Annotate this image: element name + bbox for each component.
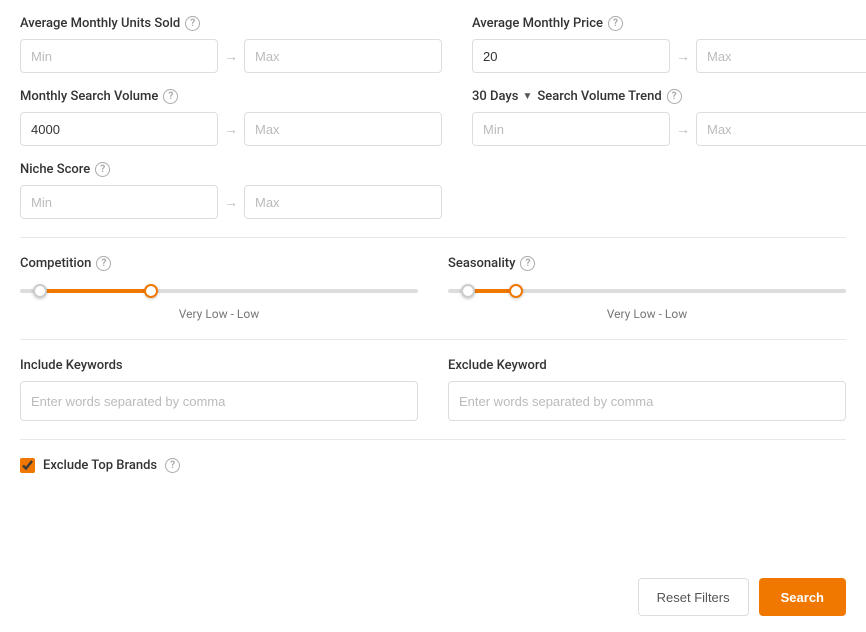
exclude-top-brands-label[interactable]: Exclude Top Brands xyxy=(43,458,157,473)
avg-monthly-price-min[interactable] xyxy=(472,39,670,73)
avg-monthly-units-max[interactable] xyxy=(244,39,442,73)
units-arrow-sep: → xyxy=(224,48,238,65)
avg-monthly-price-inputs: → xyxy=(472,39,866,73)
avg-monthly-units-label: Average Monthly Units Sold ? xyxy=(20,16,442,31)
competition-thumb-left[interactable] xyxy=(33,284,47,298)
search-button[interactable]: Search xyxy=(759,578,846,616)
search-volume-trend-inputs: → xyxy=(472,112,866,146)
niche-score-help-icon[interactable]: ? xyxy=(95,162,110,177)
search-volume-trend-dropdown[interactable]: 30 Days ▼ xyxy=(472,89,532,104)
competition-thumb-right[interactable] xyxy=(144,284,158,298)
niche-score-placeholder xyxy=(472,162,846,219)
niche-arrow-sep: → xyxy=(224,194,238,211)
monthly-search-volume-text: Monthly Search Volume xyxy=(20,89,158,104)
exclude-top-brands-checkbox[interactable] xyxy=(20,458,35,473)
avg-monthly-price-max[interactable] xyxy=(696,39,866,73)
avg-monthly-price-text: Average Monthly Price xyxy=(472,16,603,31)
exclude-keyword-input[interactable] xyxy=(448,381,846,421)
search-volume-trend-label: 30 Days ▼ Search Volume Trend ? xyxy=(472,89,866,104)
divider-3 xyxy=(20,439,846,440)
seasonality-thumb-left[interactable] xyxy=(461,284,475,298)
exclude-keyword-group: Exclude Keyword xyxy=(448,358,846,421)
search-volume-trend-max[interactable] xyxy=(696,112,866,146)
niche-score-text: Niche Score xyxy=(20,162,90,177)
filter-panel: Average Monthly Units Sold ? → Average M… xyxy=(0,0,866,632)
seasonality-label: Seasonality ? xyxy=(448,256,846,271)
trend-dropdown-caret-icon: ▼ xyxy=(522,91,532,102)
seasonality-thumb-right[interactable] xyxy=(509,284,523,298)
row-search-volume: Monthly Search Volume ? → 30 Days ▼ Sear… xyxy=(20,89,846,146)
sliders-row: Competition ? Very Low - Low Seasonality… xyxy=(20,256,846,321)
seasonality-slider[interactable] xyxy=(448,281,846,301)
niche-score-min[interactable] xyxy=(20,185,218,219)
niche-score-inputs: → xyxy=(20,185,442,219)
monthly-search-volume-label: Monthly Search Volume ? xyxy=(20,89,442,104)
trend-dropdown-text: 30 Days xyxy=(472,89,518,104)
niche-score-label: Niche Score ? xyxy=(20,162,442,177)
exclude-top-brands-help-icon[interactable]: ? xyxy=(165,458,180,473)
divider-1 xyxy=(20,237,846,238)
competition-help-icon[interactable]: ? xyxy=(96,256,111,271)
seasonality-help-icon[interactable]: ? xyxy=(520,256,535,271)
niche-score-group: Niche Score ? → xyxy=(20,162,442,219)
seasonality-track xyxy=(448,289,846,293)
exclude-top-brands-row: Exclude Top Brands ? xyxy=(20,458,846,473)
avg-monthly-price-group: Average Monthly Price ? → xyxy=(472,16,866,73)
exclude-keyword-label: Exclude Keyword xyxy=(448,358,846,373)
monthly-search-volume-inputs: → xyxy=(20,112,442,146)
include-keywords-input[interactable] xyxy=(20,381,418,421)
avg-monthly-units-inputs: → xyxy=(20,39,442,73)
competition-text: Competition xyxy=(20,256,91,271)
divider-2 xyxy=(20,339,846,340)
reset-filters-button[interactable]: Reset Filters xyxy=(638,578,749,616)
competition-value-label: Very Low - Low xyxy=(20,307,418,321)
search-volume-trend-group: 30 Days ▼ Search Volume Trend ? → xyxy=(472,89,866,146)
monthly-search-volume-max[interactable] xyxy=(244,112,442,146)
price-arrow-sep: → xyxy=(676,48,690,65)
niche-score-max[interactable] xyxy=(244,185,442,219)
competition-track xyxy=(20,289,418,293)
include-keywords-label: Include Keywords xyxy=(20,358,418,373)
row-units-price: Average Monthly Units Sold ? → Average M… xyxy=(20,16,846,73)
competition-slider-group: Competition ? Very Low - Low xyxy=(20,256,418,321)
avg-monthly-units-group: Average Monthly Units Sold ? → xyxy=(20,16,442,73)
avg-monthly-units-help-icon[interactable]: ? xyxy=(185,16,200,31)
avg-monthly-units-text: Average Monthly Units Sold xyxy=(20,16,180,31)
avg-monthly-price-help-icon[interactable]: ? xyxy=(608,16,623,31)
monthly-search-volume-group: Monthly Search Volume ? → xyxy=(20,89,442,146)
seasonality-value-label: Very Low - Low xyxy=(448,307,846,321)
search-volume-trend-text: Search Volume Trend xyxy=(537,89,661,104)
avg-monthly-units-min[interactable] xyxy=(20,39,218,73)
trend-arrow-sep: → xyxy=(676,121,690,138)
monthly-search-volume-help-icon[interactable]: ? xyxy=(163,89,178,104)
competition-slider[interactable] xyxy=(20,281,418,301)
search-volume-trend-min[interactable] xyxy=(472,112,670,146)
competition-label: Competition ? xyxy=(20,256,418,271)
monthly-search-volume-min[interactable] xyxy=(20,112,218,146)
competition-fill xyxy=(40,289,151,293)
keywords-row: Include Keywords Exclude Keyword xyxy=(20,358,846,421)
search-volume-trend-help-icon[interactable]: ? xyxy=(667,89,682,104)
row-niche-score: Niche Score ? → xyxy=(20,162,846,219)
seasonality-text: Seasonality xyxy=(448,256,515,271)
avg-monthly-price-label: Average Monthly Price ? xyxy=(472,16,866,31)
include-keywords-group: Include Keywords xyxy=(20,358,418,421)
bottom-actions: Reset Filters Search xyxy=(638,578,846,616)
search-vol-arrow-sep: → xyxy=(224,121,238,138)
seasonality-slider-group: Seasonality ? Very Low - Low xyxy=(448,256,846,321)
